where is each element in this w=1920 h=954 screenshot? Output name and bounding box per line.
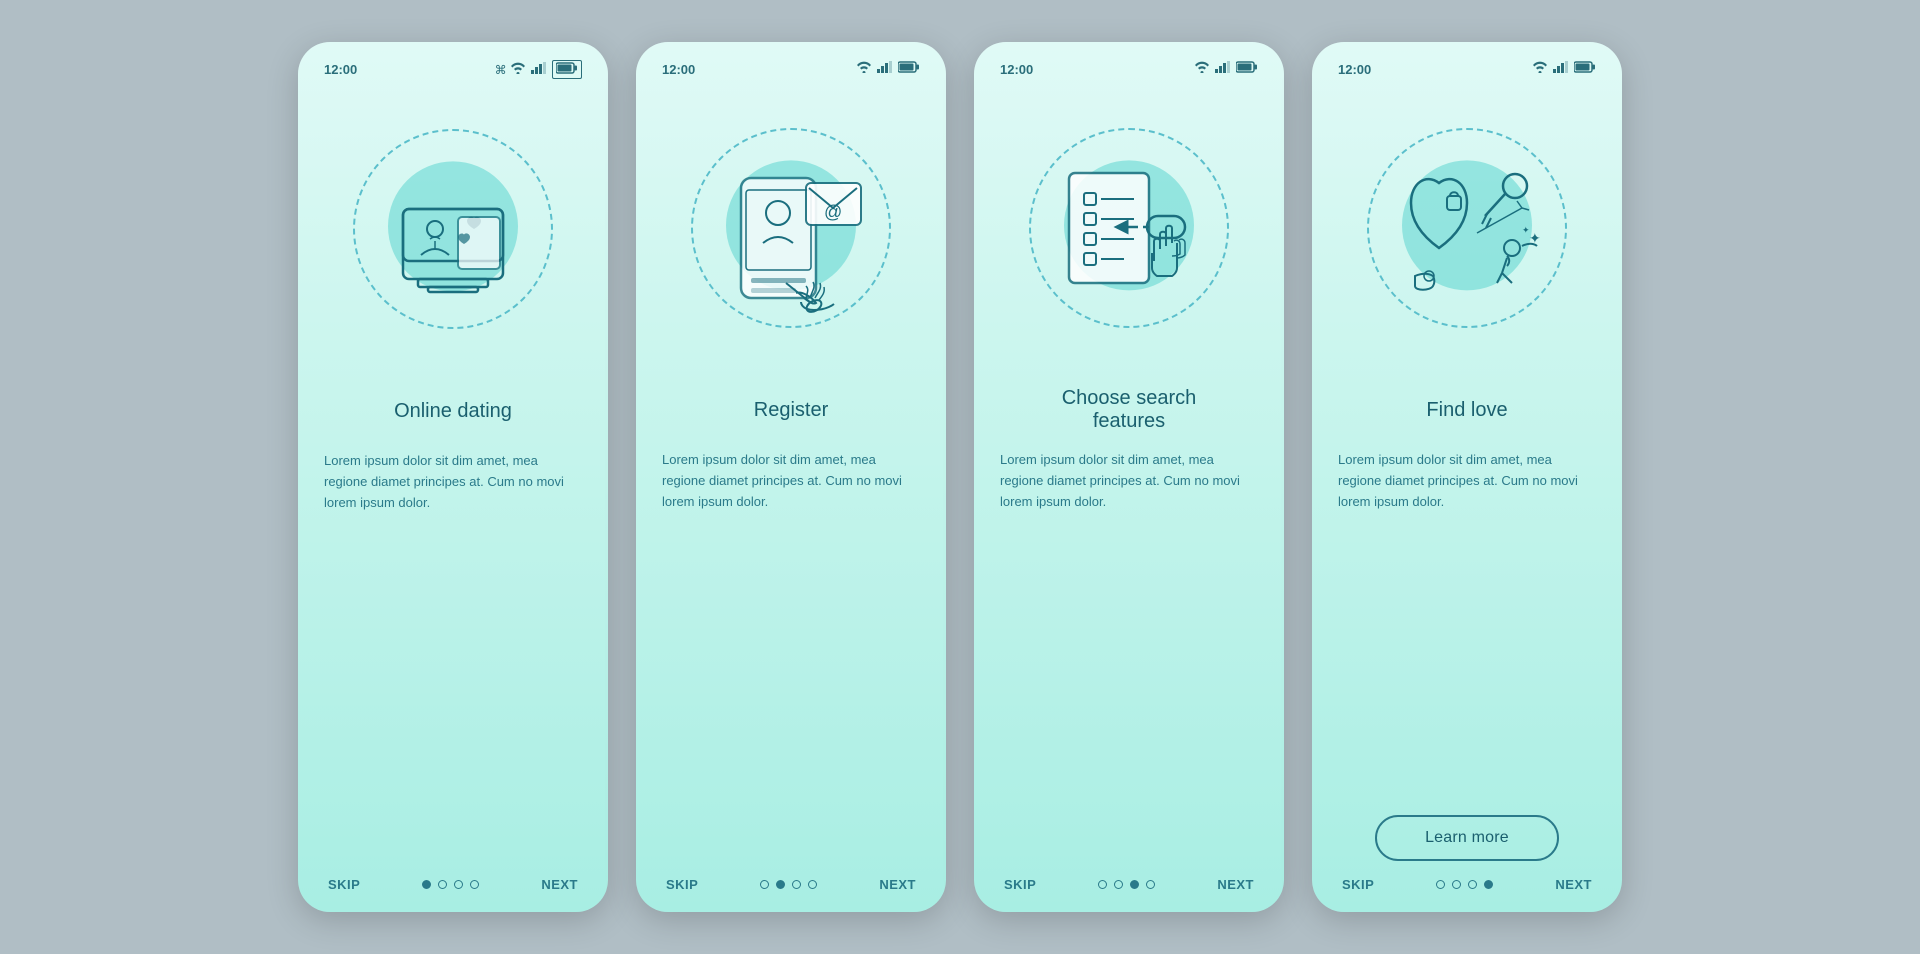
bottom-nav-3: SKIP NEXT: [996, 877, 1262, 892]
status-icons-3: [1194, 60, 1258, 78]
status-icons-2: [856, 60, 920, 78]
time-4: 12:00: [1338, 62, 1371, 77]
status-bar-2: 12:00: [658, 60, 924, 78]
screen-4: 12:00: [1312, 42, 1622, 912]
skip-button-2[interactable]: SKIP: [666, 877, 698, 892]
dot-2-2: [776, 880, 785, 889]
status-icons-4: [1532, 60, 1596, 78]
dots-2: [760, 880, 817, 889]
bottom-nav-2: SKIP NEXT: [658, 877, 924, 892]
dot-2-3: [792, 880, 801, 889]
dot-3-4: [1146, 880, 1155, 889]
dot-3-3: [1130, 880, 1139, 889]
battery-icon-4: [1574, 60, 1596, 78]
signal-icon-1: [531, 62, 547, 77]
wifi-icon-1: ⌘: [495, 62, 526, 77]
wifi-icon-2: [856, 60, 872, 78]
search-features-icon: [1029, 128, 1229, 328]
screen-1: 12:00 ⌘: [298, 42, 608, 912]
signal-icon-3: [1215, 60, 1231, 78]
dots-3: [1098, 880, 1155, 889]
illustration-4: ✦ ✦: [1357, 88, 1577, 368]
dot-3-1: [1098, 880, 1107, 889]
screen-3: 12:00: [974, 42, 1284, 912]
body-3: Lorem ipsum dolor sit dim amet, mea regi…: [996, 450, 1262, 660]
learn-more-button[interactable]: Learn more: [1375, 815, 1559, 861]
next-button-1[interactable]: NEXT: [541, 877, 578, 892]
title-2: Register: [754, 384, 828, 436]
dot-2-4: [808, 880, 817, 889]
illustration-3: [1019, 88, 1239, 368]
dot-1-4: [470, 880, 479, 889]
bottom-nav-1: SKIP NEXT: [320, 877, 586, 892]
time-1: 12:00: [324, 62, 357, 77]
svg-text:✦: ✦: [1529, 230, 1541, 246]
online-dating-icon: [363, 139, 543, 319]
signal-icon-4: [1553, 60, 1569, 78]
next-button-3[interactable]: NEXT: [1217, 877, 1254, 892]
dots-1: [422, 880, 479, 889]
signal-icon-2: [877, 60, 893, 78]
status-bar-1: 12:00 ⌘: [320, 60, 586, 79]
battery-icon-2: [898, 60, 920, 78]
dot-4-3: [1468, 880, 1477, 889]
screen-2: 12:00: [636, 42, 946, 912]
battery-icon-3: [1236, 60, 1258, 78]
next-button-2[interactable]: NEXT: [879, 877, 916, 892]
dot-1-1: [422, 880, 431, 889]
body-2: Lorem ipsum dolor sit dim amet, mea regi…: [658, 450, 924, 660]
title-4: Find love: [1426, 384, 1507, 436]
next-button-4[interactable]: NEXT: [1555, 877, 1592, 892]
title-1: Online dating: [394, 385, 512, 437]
wifi-icon-3: [1194, 60, 1210, 78]
bottom-nav-4: SKIP NEXT: [1334, 877, 1600, 892]
body-1: Lorem ipsum dolor sit dim amet, mea regi…: [320, 451, 586, 660]
dot-4-4: [1484, 880, 1493, 889]
dot-4-2: [1452, 880, 1461, 889]
find-love-icon: ✦ ✦: [1367, 128, 1567, 328]
register-icon: @: [696, 128, 886, 328]
svg-text:✦: ✦: [1522, 225, 1530, 235]
illustration-1: [343, 89, 563, 369]
status-icons-1: ⌘: [495, 60, 582, 79]
dot-2-1: [760, 880, 769, 889]
title-3: Choose search features: [1062, 384, 1197, 436]
dot-1-2: [438, 880, 447, 889]
screens-container: 12:00 ⌘: [298, 42, 1622, 912]
body-4: Lorem ipsum dolor sit dim amet, mea regi…: [1334, 450, 1600, 799]
dot-3-2: [1114, 880, 1123, 889]
time-2: 12:00: [662, 62, 695, 77]
dots-4: [1436, 880, 1493, 889]
skip-button-1[interactable]: SKIP: [328, 877, 360, 892]
status-bar-3: 12:00: [996, 60, 1262, 78]
illustration-2: @: [681, 88, 901, 368]
time-3: 12:00: [1000, 62, 1033, 77]
dot-1-3: [454, 880, 463, 889]
skip-button-4[interactable]: SKIP: [1342, 877, 1374, 892]
svg-text:@: @: [824, 202, 842, 222]
dot-4-1: [1436, 880, 1445, 889]
battery-icon-1: [552, 60, 582, 79]
wifi-icon-4: [1532, 60, 1548, 78]
status-bar-4: 12:00: [1334, 60, 1600, 78]
skip-button-3[interactable]: SKIP: [1004, 877, 1036, 892]
